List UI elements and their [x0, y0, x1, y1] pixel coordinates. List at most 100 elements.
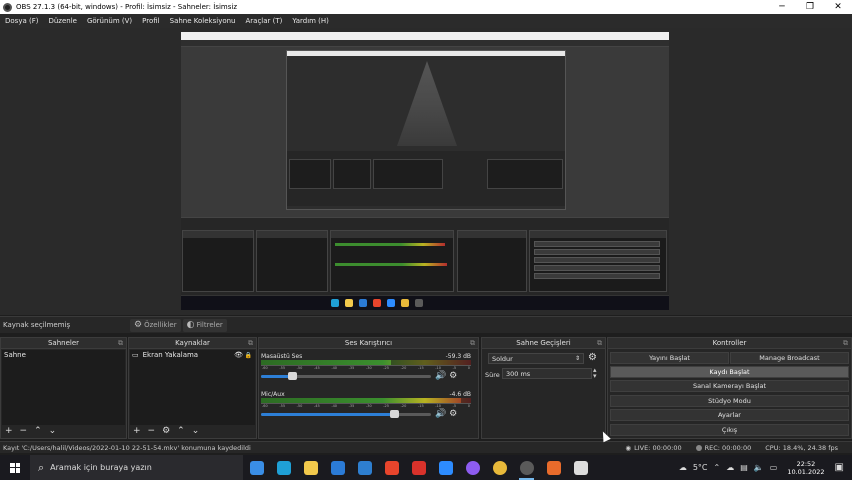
transition-select[interactable]: Soldur ⇕: [488, 353, 584, 364]
move-up-icon[interactable]: ⌃: [177, 427, 185, 436]
move-up-icon[interactable]: ⌃: [34, 427, 42, 436]
add-icon[interactable]: +: [133, 427, 141, 436]
file-explorer-icon[interactable]: [297, 455, 324, 480]
battery-icon[interactable]: ▭: [770, 463, 778, 472]
gear-icon[interactable]: ⚙: [162, 427, 170, 436]
edge-icon[interactable]: [270, 455, 297, 480]
duration-input[interactable]: 300 ms: [502, 368, 592, 379]
network-icon[interactable]: ▤: [740, 463, 748, 472]
lock-icon[interactable]: 🔒: [245, 352, 252, 359]
menu-help[interactable]: Yardım (H): [287, 17, 334, 25]
mixer-channel-desktop: Masaüstü Ses -59.3 dB -60 -55 -50 -45 -40 -35…: [261, 353, 471, 381]
dock-float-icon[interactable]: ⧉: [248, 339, 253, 348]
mail-icon[interactable]: [351, 455, 378, 480]
add-icon[interactable]: +: [5, 427, 13, 436]
filter-icon: ◐: [186, 320, 195, 330]
obs-icon[interactable]: [513, 455, 540, 480]
manage-broadcast-button[interactable]: Manage Broadcast: [730, 352, 849, 364]
notification-icon[interactable]: ▣: [835, 462, 844, 473]
weather-temp[interactable]: 5°C: [693, 463, 708, 472]
start-recording-button[interactable]: Kaydı Başlat: [610, 366, 849, 378]
obs-logo-icon: [3, 2, 12, 12]
nested-title-bar: [181, 32, 669, 40]
filters-button[interactable]: ◐ Filtreler: [182, 318, 227, 332]
scenes-list[interactable]: Sahne: [2, 350, 125, 425]
office-icon[interactable]: [378, 455, 405, 480]
monitor-icon: ▭: [132, 351, 139, 359]
menu-edit[interactable]: Düzenle: [43, 17, 82, 25]
channel-controls: 🔊 ⚙: [435, 409, 457, 419]
chevron-up-icon[interactable]: ⌃: [714, 463, 721, 472]
eye-icon[interactable]: 👁: [234, 351, 243, 359]
preview-canvas[interactable]: [181, 32, 669, 310]
menu-view[interactable]: Görünüm (V): [82, 17, 137, 25]
start-virtual-camera-button[interactable]: Sanal Kamerayı Başlat: [610, 380, 849, 392]
scene-item[interactable]: Sahne: [2, 350, 125, 360]
clock[interactable]: 22:52 10.01.2022: [787, 460, 824, 476]
volume-meter-mask: [460, 398, 471, 403]
nested-controls-dock: [529, 230, 667, 292]
dock-float-icon[interactable]: ⧉: [597, 339, 602, 348]
speaker-icon[interactable]: 🔊: [435, 371, 446, 381]
start-button[interactable]: [0, 455, 30, 480]
nested-block: [289, 159, 331, 189]
mixer-title: Ses Karıştırıcı: [344, 339, 393, 347]
start-streaming-button[interactable]: Yayını Başlat: [610, 352, 729, 364]
task-view-glyph: [249, 460, 264, 475]
exit-button[interactable]: Çıkış: [610, 424, 849, 436]
move-down-icon[interactable]: ⌄: [49, 427, 57, 436]
zoom-icon[interactable]: [432, 455, 459, 480]
system-tray: ☁ 5°C ⌃ ☁ ▤ 🔈 ▭ 22:52 10.01.2022 ▣: [679, 455, 852, 480]
cloud-icon[interactable]: ☁: [726, 463, 734, 472]
gear-icon[interactable]: ⚙: [449, 409, 457, 419]
messenger-icon[interactable]: [459, 455, 486, 480]
slider-knob[interactable]: [389, 410, 399, 418]
close-button[interactable]: ✕: [824, 0, 852, 14]
properties-button[interactable]: ⚙ Özellikler: [130, 318, 181, 332]
weather-icon[interactable]: ☁: [679, 463, 687, 472]
chrome-icon[interactable]: [486, 455, 513, 480]
menu-tools[interactable]: Araçlar (T): [241, 17, 288, 25]
nested-taskbar-icon: [415, 299, 423, 307]
menu-profile[interactable]: Profil: [137, 17, 164, 25]
gear-icon[interactable]: ⚙: [449, 371, 457, 381]
screen-app-icon[interactable]: [567, 455, 594, 480]
store-icon[interactable]: [324, 455, 351, 480]
settings-button[interactable]: Ayarlar: [610, 409, 849, 421]
app-orange-icon[interactable]: [540, 455, 567, 480]
volume-icon[interactable]: 🔈: [754, 463, 764, 472]
maximize-button[interactable]: ❐: [796, 0, 824, 14]
speaker-icon[interactable]: 🔊: [435, 409, 446, 419]
taskbar-search[interactable]: ⌕ Aramak için buraya yazın: [30, 455, 243, 480]
volume-slider[interactable]: 🔊 ⚙: [261, 409, 471, 419]
spinbox-arrows-icon[interactable]: ▴ ▾: [593, 367, 597, 380]
remove-icon[interactable]: −: [148, 427, 156, 436]
menu-file[interactable]: Dosya (F): [0, 17, 43, 25]
dock-float-icon[interactable]: ⧉: [118, 339, 123, 348]
pdf-reader-icon[interactable]: [405, 455, 432, 480]
sources-list[interactable]: ▭ Ekran Yakalama 👁 🔒: [130, 350, 255, 425]
gear-icon[interactable]: ⚙: [588, 352, 597, 363]
volume-meter: [261, 398, 471, 403]
volume-slider[interactable]: 🔊 ⚙: [261, 371, 471, 381]
menu-scene-collection[interactable]: Sahne Koleksiyonu: [165, 17, 241, 25]
task-view-icon[interactable]: [243, 455, 270, 480]
audio-mixer-dock: Ses Karıştırıcı ⧉ Masaüstü Ses -59.3 dB …: [258, 337, 479, 439]
no-source-label: Kaynak seçilmemiş: [3, 321, 71, 329]
dock-float-icon[interactable]: ⧉: [470, 339, 475, 348]
scenes-dock: Sahneler ⧉ Sahne + − ⌃ ⌄: [0, 337, 127, 439]
minimize-button[interactable]: ─: [768, 0, 796, 14]
slider-knob[interactable]: [287, 372, 297, 380]
source-item[interactable]: ▭ Ekran Yakalama 👁 🔒: [130, 350, 255, 360]
sources-title: Kaynaklar: [175, 339, 210, 347]
clock-time: 22:52: [796, 459, 816, 468]
nested-menu-bar: [181, 40, 669, 47]
studio-mode-button[interactable]: Stüdyo Modu: [610, 395, 849, 407]
nested-sources-dock: [256, 230, 328, 292]
volume-meter: [261, 360, 471, 365]
move-down-icon[interactable]: ⌄: [192, 427, 200, 436]
remove-icon[interactable]: −: [20, 427, 28, 436]
nested-block: [487, 159, 563, 189]
windows-taskbar: ⌕ Aramak için buraya yazın ☁ 5°C ⌃ ☁ ▤ 🔈…: [0, 455, 852, 480]
dock-float-icon[interactable]: ⧉: [843, 339, 848, 348]
